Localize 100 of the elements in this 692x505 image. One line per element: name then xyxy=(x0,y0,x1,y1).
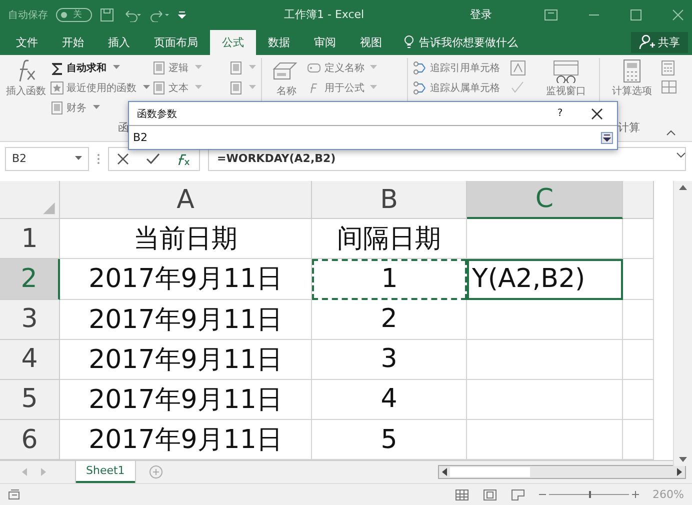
table-cell: 3 xyxy=(312,340,467,380)
redo-icon[interactable] xyxy=(150,8,170,22)
row-header[interactable]: 6 xyxy=(0,420,60,460)
watch-window-button[interactable]: 监视窗口 xyxy=(538,58,594,98)
caret-icon xyxy=(370,85,378,90)
caret-icon xyxy=(142,85,150,90)
previous-sheet-icon[interactable] xyxy=(22,468,27,476)
ribbon-button[interactable]: 追踪从属单元格 xyxy=(413,80,508,96)
ribbon-button[interactable]: 追踪引用单元格 xyxy=(413,60,508,76)
autosave-toggle[interactable]: 关 xyxy=(56,8,92,22)
expand-caret-icon[interactable] xyxy=(676,152,686,158)
table-cell: 2017年9月11日 xyxy=(60,380,312,420)
table-cell xyxy=(623,380,654,420)
sigma-icon xyxy=(50,60,64,75)
maximize-icon[interactable] xyxy=(630,8,642,21)
caret-icon xyxy=(194,65,202,70)
table-cell: 2017年9月11日 xyxy=(60,340,312,380)
column-header[interactable]: C xyxy=(467,181,623,220)
row-header[interactable]: 1 xyxy=(0,219,60,260)
close-icon[interactable] xyxy=(591,108,603,120)
macro-record-icon[interactable] xyxy=(8,488,22,501)
scroll-thumb[interactable] xyxy=(450,467,530,478)
cancel-icon[interactable] xyxy=(117,152,130,165)
ribbon-tab[interactable]: 开始 xyxy=(50,30,96,55)
normal-view-icon[interactable] xyxy=(454,488,469,501)
row-header[interactable]: 4 xyxy=(0,340,60,380)
table-cell: 1 xyxy=(312,259,467,300)
trace-arrows-icon xyxy=(413,60,428,75)
table-cell: 4 xyxy=(312,380,467,420)
horizontal-scrollbar[interactable] xyxy=(438,465,686,480)
help-button[interactable]: ? xyxy=(545,108,575,119)
row-header[interactable]: 5 xyxy=(0,380,60,420)
calculator-icon xyxy=(622,58,642,83)
ribbon-tab[interactable]: 审阅 xyxy=(302,30,348,55)
ribbon-tab[interactable]: 公式 xyxy=(210,30,256,55)
check-icon[interactable] xyxy=(146,152,160,165)
reference-field[interactable]: B2 xyxy=(129,125,617,149)
share-button[interactable]: 共享 xyxy=(631,32,688,53)
customize-icon[interactable] xyxy=(178,10,186,20)
ribbon-tab[interactable]: 文件 xyxy=(4,30,50,55)
collapse-ribbon-icon[interactable] xyxy=(666,130,676,136)
zoom-thumb[interactable] xyxy=(588,491,591,498)
ribbon-dropdown[interactable]: 自动求和 xyxy=(50,60,150,76)
add-sheet-icon[interactable] xyxy=(148,465,163,480)
tag-icon xyxy=(307,60,322,75)
row-header[interactable]: 2 xyxy=(0,259,60,300)
lightbulb-icon xyxy=(404,35,414,50)
scroll-left-icon[interactable] xyxy=(442,468,447,476)
table-cell: Y(A2,B2) xyxy=(467,259,623,300)
grid-icon[interactable] xyxy=(661,80,678,94)
scroll-right-icon[interactable] xyxy=(677,468,682,476)
select-all-icon[interactable] xyxy=(0,181,60,220)
page-layout-icon[interactable] xyxy=(482,488,497,501)
name-manager-button[interactable]: 名称 xyxy=(267,58,306,98)
column-header[interactable]: B xyxy=(312,181,467,220)
table-cell: 2017年9月11日 xyxy=(60,300,312,340)
sheet-tab[interactable]: Sheet1 xyxy=(76,460,135,483)
name-box[interactable]: B2 xyxy=(5,146,89,171)
column-header[interactable]: A xyxy=(60,181,312,220)
ribbon-dropdown[interactable] xyxy=(229,80,256,96)
ribbon-dropdown[interactable]: 定义名称 xyxy=(307,60,402,76)
caret-icon xyxy=(249,65,256,70)
table-cell: 2017年9月11日 xyxy=(60,259,312,300)
ribbon-tab[interactable]: 插入 xyxy=(96,30,142,55)
ribbon-dropdown[interactable]: 最近使用的函数 xyxy=(50,80,150,96)
vertical-scrollbar[interactable] xyxy=(673,181,692,466)
sign-in-link[interactable]: 登录 xyxy=(470,7,492,22)
insert-function-button[interactable]: 插入函数 xyxy=(4,58,48,98)
autosave-label: 自动保存 xyxy=(8,8,48,22)
ribbon-dropdown[interactable]: 逻辑 xyxy=(152,60,228,76)
table-cell: 当前日期 xyxy=(60,219,312,260)
watch-window-icon xyxy=(552,58,580,83)
table-cell: 2 xyxy=(312,300,467,340)
drag-handle-icon xyxy=(97,152,100,165)
ribbon-dropdown[interactable]: 文本 xyxy=(152,80,228,96)
table-cell xyxy=(623,219,654,260)
caret-icon xyxy=(92,105,100,110)
ribbon-dropdown[interactable]: 用于公式 xyxy=(307,80,402,96)
next-sheet-icon[interactable] xyxy=(41,468,46,476)
insert-function-icon[interactable] xyxy=(176,152,191,165)
row-header[interactable]: 3 xyxy=(0,300,60,340)
ribbon-tab[interactable]: 数据 xyxy=(256,30,302,55)
page-break-icon[interactable] xyxy=(510,488,525,501)
ribbon-tab[interactable]: 视图 xyxy=(348,30,394,55)
calculation-options-button[interactable]: 计算选项 xyxy=(604,58,660,98)
calculator-icon[interactable] xyxy=(661,60,676,76)
table-cell xyxy=(623,259,654,300)
dialog-title: 函数参数 xyxy=(137,108,178,120)
save-icon[interactable] xyxy=(100,8,114,22)
ribbon-tab[interactable]: 页面布局 xyxy=(142,30,210,55)
ribbon-dropdown[interactable] xyxy=(229,60,256,76)
tell-me-search[interactable]: 告诉我你想要做什么 xyxy=(394,30,518,55)
zoom-in-icon[interactable] xyxy=(632,491,639,498)
scroll-up-icon[interactable] xyxy=(679,185,687,190)
group-label: 计算 xyxy=(618,120,640,135)
ribbon-display-icon[interactable] xyxy=(544,8,558,21)
expand-dialog-icon[interactable] xyxy=(601,132,613,144)
scroll-down-icon[interactable] xyxy=(679,457,687,462)
caret-icon xyxy=(249,85,256,90)
table-cell xyxy=(623,300,654,340)
